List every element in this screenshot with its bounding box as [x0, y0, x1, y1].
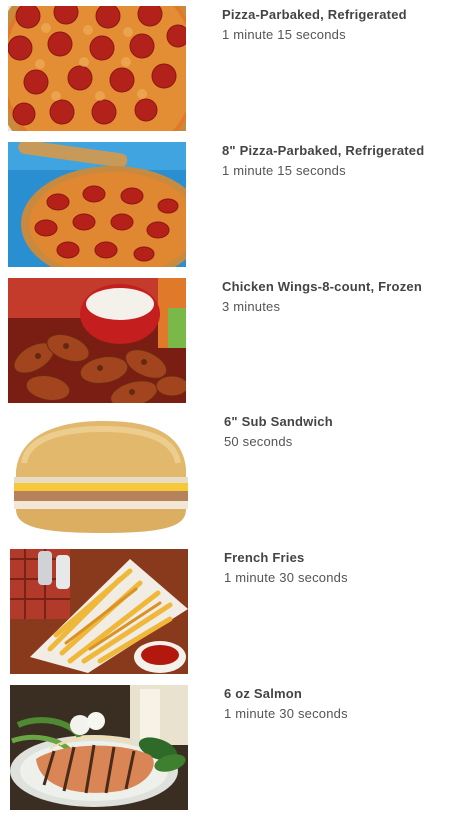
item-name[interactable]: Pizza-Parbaked, Refrigerated	[222, 7, 407, 22]
list-item[interactable]: French Fries 1 minute 30 seconds	[0, 549, 464, 675]
list-item[interactable]: 6" Sub Sandwich 50 seconds	[0, 413, 464, 539]
item-name[interactable]: 6" Sub Sandwich	[224, 414, 333, 429]
chicken-wings-image[interactable]	[8, 278, 186, 403]
list-item[interactable]: Pizza-Parbaked, Refrigerated 1 minute 15…	[0, 6, 464, 132]
pizza-image[interactable]	[8, 6, 186, 131]
list-item[interactable]: 8" Pizza-Parbaked, Refrigerated 1 minute…	[0, 142, 464, 268]
item-time: 1 minute 30 seconds	[224, 706, 348, 721]
list-item[interactable]: 6 oz Salmon 1 minute 30 seconds	[0, 685, 464, 811]
item-name[interactable]: French Fries	[224, 550, 304, 565]
item-time: 1 minute 30 seconds	[224, 570, 348, 585]
list-item[interactable]: Chicken Wings-8-count, Frozen 3 minutes	[0, 278, 464, 404]
sub-sandwich-image[interactable]	[10, 413, 188, 538]
item-name[interactable]: Chicken Wings-8-count, Frozen	[222, 279, 422, 294]
french-fries-image[interactable]	[10, 549, 188, 674]
item-time: 1 minute 15 seconds	[222, 163, 346, 178]
item-name[interactable]: 8" Pizza-Parbaked, Refrigerated	[222, 143, 424, 158]
item-name[interactable]: 6 oz Salmon	[224, 686, 302, 701]
item-time: 1 minute 15 seconds	[222, 27, 346, 42]
item-time: 3 minutes	[222, 299, 281, 314]
item-time: 50 seconds	[224, 434, 293, 449]
pizza-image[interactable]	[8, 142, 186, 267]
salmon-image[interactable]	[10, 685, 188, 810]
